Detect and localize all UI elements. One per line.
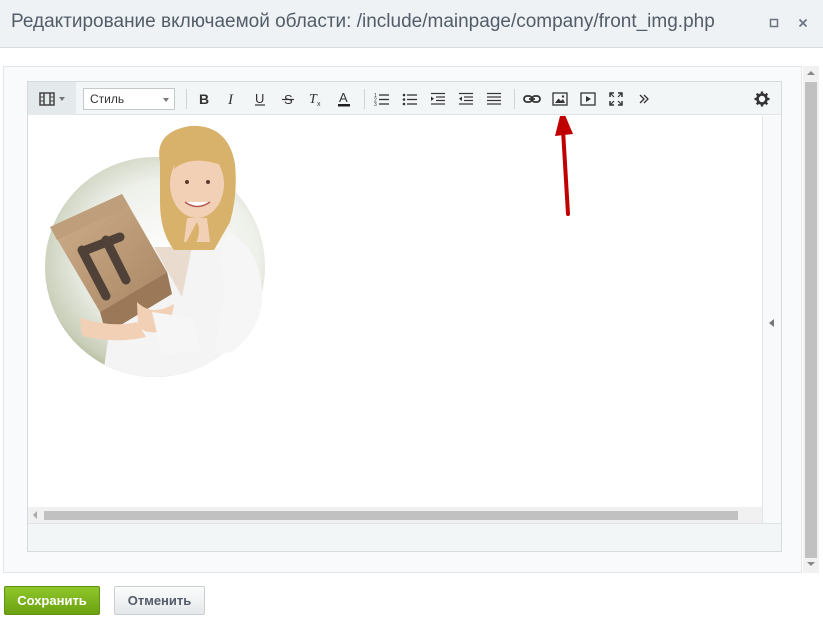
underline-icon[interactable]: U (249, 88, 271, 110)
red-arrow-annotation (555, 116, 573, 216)
ordered-list-icon[interactable]: 123 (371, 88, 393, 110)
editor-toolbar: Стиль B I U S Tx A (28, 82, 781, 115)
maximize-icon[interactable] (765, 14, 783, 32)
woman-holding-box-photo[interactable] (42, 122, 302, 382)
svg-text:I: I (227, 92, 234, 106)
insert-image-icon[interactable] (549, 88, 571, 110)
style-select[interactable]: Стиль (83, 88, 175, 110)
html-editor: Стиль B I U S Tx A (27, 81, 782, 552)
svg-text:U: U (255, 92, 264, 106)
dialog-footer: Сохранить Отменить (0, 574, 823, 625)
strikethrough-icon[interactable]: S (277, 88, 299, 110)
svg-text:A: A (339, 91, 348, 105)
chevron-down-icon (59, 96, 65, 101)
view-mode-button[interactable] (28, 82, 76, 115)
settings-icon[interactable] (751, 88, 773, 110)
align-justify-icon[interactable] (483, 88, 505, 110)
vertical-scrollbar[interactable] (803, 66, 819, 573)
font-color-icon[interactable]: A (333, 88, 355, 110)
editor-content-area[interactable] (28, 116, 762, 507)
chevron-left-icon (769, 319, 774, 327)
editor-status-bar (28, 523, 781, 551)
fullscreen-icon[interactable] (605, 88, 627, 110)
horizontal-scrollbar[interactable] (28, 507, 762, 523)
toolbar-divider (514, 89, 515, 109)
toolbar-divider (364, 89, 365, 109)
unordered-list-icon[interactable] (399, 88, 421, 110)
link-icon[interactable] (521, 88, 543, 110)
insert-video-icon[interactable] (577, 88, 599, 110)
outdent-icon[interactable] (427, 88, 449, 110)
scroll-up-icon[interactable] (807, 71, 815, 75)
svg-text:B: B (199, 92, 209, 106)
bold-icon[interactable]: B (193, 88, 215, 110)
svg-text:3: 3 (374, 102, 377, 106)
italic-icon[interactable]: I (221, 88, 243, 110)
editor-dialog: Редактирование включаемой области: /incl… (0, 0, 823, 625)
toolbar-divider (186, 89, 187, 109)
close-icon[interactable] (794, 14, 812, 32)
more-icon[interactable] (633, 88, 655, 110)
svg-text:x: x (317, 101, 321, 107)
indent-icon[interactable] (455, 88, 477, 110)
dialog-title: Редактирование включаемой области: /incl… (11, 11, 715, 32)
scroll-down-icon[interactable] (807, 562, 815, 566)
style-select-value: Стиль (90, 92, 125, 106)
scroll-left-icon[interactable] (33, 511, 37, 519)
remove-format-icon[interactable]: Tx (305, 88, 327, 110)
side-panel-toggle[interactable] (762, 116, 781, 523)
chevron-down-icon (163, 98, 169, 102)
horizontal-scroll-thumb[interactable] (44, 511, 738, 520)
save-button[interactable]: Сохранить (4, 586, 100, 615)
view-mode-icon (39, 91, 55, 106)
vertical-scroll-thumb[interactable] (805, 82, 817, 558)
cancel-button[interactable]: Отменить (114, 586, 205, 615)
dialog-titlebar[interactable]: Редактирование включаемой области: /incl… (0, 0, 823, 48)
